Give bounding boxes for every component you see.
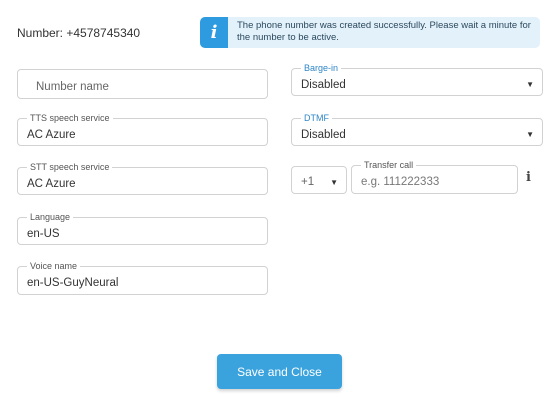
transfer-call-field[interactable]: Transfer call e.g. 111222333 <box>351 159 518 194</box>
save-and-close-button[interactable]: Save and Close <box>217 354 342 389</box>
language-field[interactable]: Language en-US <box>17 211 268 245</box>
transfer-call-label: Transfer call <box>361 159 417 171</box>
tts-service-field[interactable]: TTS speech service AC Azure <box>17 112 268 146</box>
stt-service-label: STT speech service <box>27 161 113 173</box>
chevron-down-icon: ▼ <box>526 130 534 139</box>
voice-name-value: en-US-GuyNeural <box>27 277 119 289</box>
transfer-call-placeholder: e.g. 111222333 <box>361 176 440 188</box>
language-label: Language <box>27 211 74 223</box>
language-value: en-US <box>27 228 60 240</box>
stt-service-field[interactable]: STT speech service AC Azure <box>17 161 268 195</box>
stt-service-value: AC Azure <box>27 178 76 190</box>
info-banner: i The phone number was created successfu… <box>200 17 540 48</box>
barge-in-value: Disabled <box>301 79 346 91</box>
number-label: Number: +4578745340 <box>17 26 141 40</box>
voice-name-field[interactable]: Voice name en-US-GuyNeural <box>17 260 268 295</box>
info-banner-message: The phone number was created successfull… <box>237 20 531 43</box>
tts-service-label: TTS speech service <box>27 112 113 124</box>
country-code-select[interactable]: +1 ▼ <box>291 166 347 194</box>
tts-service-value: AC Azure <box>27 129 76 141</box>
chevron-down-icon: ▼ <box>330 178 338 187</box>
country-code-value: +1 <box>301 176 315 188</box>
chevron-down-icon: ▼ <box>526 80 534 89</box>
voice-name-label: Voice name <box>27 260 81 272</box>
number-name-placeholder: Number name <box>36 81 109 93</box>
barge-in-label: Barge-in <box>301 62 342 74</box>
help-icon[interactable]: i <box>526 170 531 185</box>
barge-in-select[interactable]: Barge-in Disabled ▼ <box>291 62 543 96</box>
dtmf-label: DTMF <box>301 112 332 124</box>
dtmf-value: Disabled <box>301 129 346 141</box>
number-name-field[interactable]: Number name <box>17 69 268 99</box>
info-icon: i <box>200 17 228 48</box>
dtmf-select[interactable]: DTMF Disabled ▼ <box>291 112 543 146</box>
